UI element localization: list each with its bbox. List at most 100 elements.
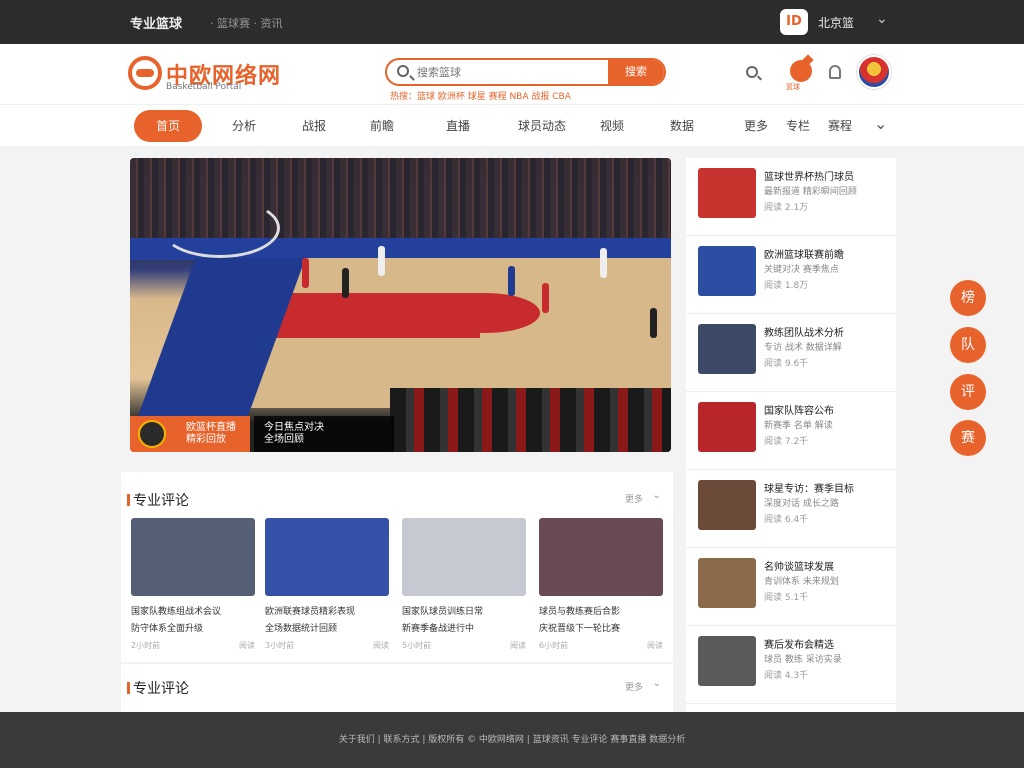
float-team-button[interactable]: 队 [950, 327, 986, 363]
article-image [265, 518, 389, 596]
bell-icon[interactable] [829, 65, 841, 79]
nav-item[interactable]: 直播 [446, 117, 470, 134]
news-summary: 青训体系 未来规划 [764, 577, 839, 587]
chevron-down-icon[interactable]: ⌄ [874, 114, 887, 133]
article-card[interactable]: 国家队教练组战术会议 防守体系全面升级 2小时前 阅读 [131, 518, 255, 651]
section-pro-comments-2: 专业评论 更多 ⌄ [121, 664, 673, 712]
nav-item[interactable]: 更多 [744, 117, 768, 134]
article-card[interactable]: 欧洲联赛球员精彩表现 全场数据统计回顾 3小时前 阅读 [265, 518, 389, 651]
news-title: 篮球世界杯热门球员 [764, 172, 854, 183]
article-views: 阅读 [647, 641, 663, 650]
hero-court-circle [430, 293, 540, 333]
article-card[interactable]: 球员与教练赛后合影 庆祝晋级下一轮比赛 6小时前 阅读 [539, 518, 663, 651]
nav-item[interactable]: 赛程 [828, 117, 852, 134]
list-item[interactable]: 欧洲篮球联赛前瞻 关键对决 赛季焦点 阅读 1.8万 [686, 236, 896, 314]
list-item[interactable]: 名帅谈篮球发展 青训体系 未来规划 阅读 5.1千 [686, 548, 896, 626]
list-item[interactable]: 赛后发布会精选 球员 教练 采访实录 阅读 4.3千 [686, 626, 896, 704]
hero-player [508, 266, 515, 296]
hero-logo-icon [138, 420, 166, 448]
list-item[interactable]: 国家队阵容公布 新赛季 名单 解读 阅读 7.2千 [686, 392, 896, 470]
topbar-brand[interactable]: 专业篮球 [130, 13, 182, 32]
nav-item[interactable]: 视频 [600, 117, 624, 134]
news-thumbnail [698, 402, 756, 452]
user-name[interactable]: 北京篮 [818, 14, 854, 31]
nav-item[interactable]: 数据 [670, 117, 694, 134]
news-summary: 最新报道 精彩瞬间回顾 [764, 187, 857, 197]
nav-item-home[interactable]: 首页 [134, 110, 202, 142]
news-summary: 关键对决 赛季焦点 [764, 265, 839, 275]
float-schedule-button[interactable]: 赛 [950, 420, 986, 456]
article-card[interactable]: 国家队球员训练日常 新赛季备战进行中 5小时前 阅读 [402, 518, 526, 651]
search-box: 搜索 [385, 58, 666, 86]
avatar[interactable] [857, 55, 891, 89]
nav-item[interactable]: 前瞻 [370, 117, 394, 134]
chevron-down-icon[interactable]: ⌄ [653, 490, 661, 501]
site-footer: 关于我们 | 联系方式 | 版权所有 © 中欧网络网 | 篮球资讯 专业评论 赛… [0, 712, 1024, 768]
hero-caption-mid-text: 今日焦点对决 全场回顾 [264, 422, 324, 446]
hero-player [542, 283, 549, 313]
news-title: 赛后发布会精选 [764, 640, 834, 651]
float-rank-button[interactable]: 榜 [950, 280, 986, 316]
hero-hoop [160, 198, 280, 258]
site-logo-subtitle: Basketball Portal [166, 82, 242, 92]
list-item[interactable]: 球星专访：赛季目标 深度对话 成长之路 阅读 6.4千 [686, 470, 896, 548]
article-meta: 6小时前 阅读 [539, 640, 663, 651]
news-title: 球星专访：赛季目标 [764, 484, 854, 495]
float-comment-button[interactable]: 评 [950, 374, 986, 410]
article-image [402, 518, 526, 596]
news-meta: 阅读 5.1千 [764, 593, 809, 603]
article-time: 3小时前 [265, 641, 295, 650]
nav-item[interactable]: 战报 [302, 117, 326, 134]
news-thumbnail [698, 168, 756, 218]
nav-item[interactable]: 专栏 [786, 117, 810, 134]
article-title-line2: 防守体系全面升级 [131, 624, 204, 634]
article-time: 2小时前 [131, 641, 161, 650]
hero-caption-mid[interactable]: 今日焦点对决 全场回顾 [254, 416, 394, 452]
list-item[interactable]: 教练团队战术分析 专访 战术 数据详解 阅读 9.6千 [686, 314, 896, 392]
caption-line: 精彩回放 [186, 434, 226, 445]
article-time: 6小时前 [539, 641, 569, 650]
main-nav: 首页 分析 战报 前瞻 直播 球员动态 视频 数据 更多 专栏 赛程 ⌄ [0, 104, 1024, 146]
section-title: 专业评论 [127, 490, 189, 510]
logo-icon[interactable] [128, 56, 162, 90]
chevron-down-icon[interactable]: ⌄ [653, 678, 661, 689]
section-more-link[interactable]: 更多 [625, 492, 643, 505]
news-summary: 球员 教练 采访实录 [764, 655, 842, 665]
article-meta: 2小时前 阅读 [131, 640, 255, 651]
nav-item[interactable]: 球员动态 [518, 117, 566, 134]
hero-banner[interactable]: 欧篮杯直播 精彩回放 今日焦点对决 全场回顾 [130, 158, 671, 452]
basketball-icon[interactable] [790, 60, 812, 82]
hero-player [342, 268, 349, 298]
article-title-line2: 新赛季备战进行中 [402, 624, 475, 634]
article-views: 阅读 [373, 641, 389, 650]
news-title: 国家队阵容公布 [764, 406, 834, 417]
hot-search-words[interactable]: 热搜：篮球 欧洲杯 球星 赛程 NBA 战报 CBA [390, 89, 571, 102]
hero-caption-left[interactable]: 欧篮杯直播 精彩回放 [130, 416, 250, 452]
article-image [539, 518, 663, 596]
news-meta: 阅读 6.4千 [764, 515, 809, 525]
user-badge-icon[interactable]: ID [780, 9, 808, 35]
news-summary: 深度对话 成长之路 [764, 499, 839, 509]
search-icon[interactable] [746, 66, 758, 78]
top-bar: 专业篮球 · 篮球赛 · 资讯 ID 北京篮 ⌄ [0, 0, 1024, 44]
search-button[interactable]: 搜索 [608, 60, 664, 84]
article-views: 阅读 [239, 641, 255, 650]
caption-line: 今日焦点对决 [264, 422, 324, 433]
article-meta: 3小时前 阅读 [265, 640, 389, 651]
chevron-down-icon[interactable]: ⌄ [876, 11, 888, 27]
hero-player [302, 258, 309, 288]
section-more-link[interactable]: 更多 [625, 680, 643, 693]
news-thumbnail [698, 558, 756, 608]
article-title-line2: 全场数据统计回顾 [265, 624, 338, 634]
hero-player [378, 246, 385, 276]
search-input[interactable] [417, 63, 607, 81]
article-time: 5小时前 [402, 641, 432, 650]
news-summary: 新赛季 名单 解读 [764, 421, 833, 431]
basketball-label: 篮球 [786, 83, 800, 91]
caption-line: 全场回顾 [264, 434, 304, 445]
caption-line: 欧篮杯直播 [186, 422, 236, 433]
topbar-links[interactable]: · 篮球赛 · 资讯 [210, 15, 282, 31]
news-thumbnail [698, 324, 756, 374]
nav-item[interactable]: 分析 [232, 117, 256, 134]
list-item[interactable]: 篮球世界杯热门球员 最新报道 精彩瞬间回顾 阅读 2.1万 [686, 158, 896, 236]
